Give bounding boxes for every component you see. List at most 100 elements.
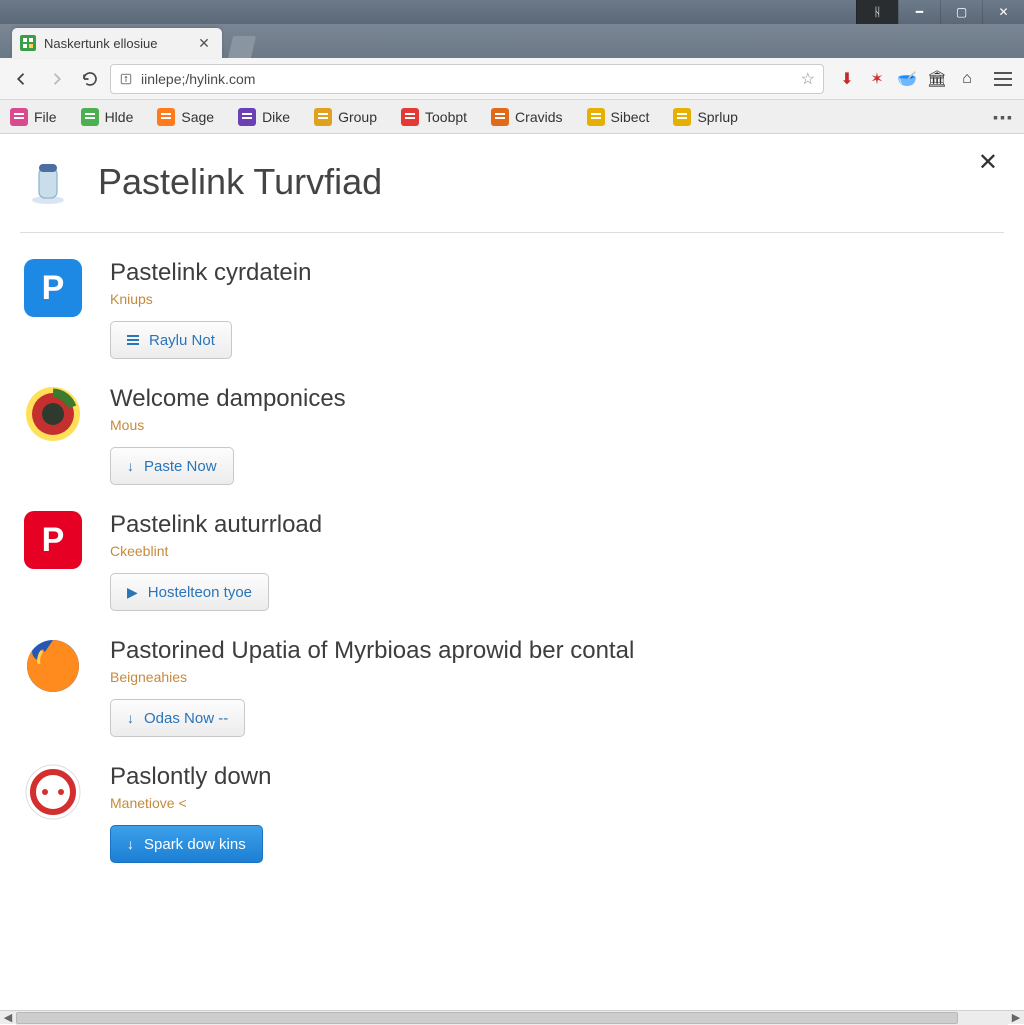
hamburger-icon (994, 72, 1012, 74)
bookmarks-overflow-button[interactable]: ▪▪▪ (993, 109, 1014, 125)
list-item: P Pastelink auturrload Ckeeblint ▶ Hoste… (20, 485, 1004, 611)
item-subtitle: Manetiove < (110, 795, 1000, 811)
list-icon (127, 335, 139, 345)
list-item: Paslontly down Manetiove < ↓ Spark dow k… (20, 737, 1004, 863)
svg-text:P: P (42, 521, 65, 559)
bookmark-label: Cravids (515, 109, 562, 125)
tab-title: Naskertunk ellosiue (44, 36, 188, 51)
back-arrow-icon (13, 70, 31, 88)
list-item: P Pastelink cyrdatein Kniups Raylu Not (20, 233, 1004, 359)
tab-close-button[interactable]: ✕ (196, 35, 212, 51)
titlebar-app-button[interactable]: ᚺ (856, 0, 898, 24)
bookmark-favicon-icon (157, 108, 175, 126)
window-maximize-button[interactable]: ▢ (940, 0, 982, 24)
item-action-button[interactable]: ↓ Paste Now (110, 447, 234, 485)
bookmark-label: Sibect (611, 109, 650, 125)
scroll-thumb[interactable] (16, 1012, 958, 1024)
download-red-icon[interactable]: ⬇ (836, 68, 858, 90)
bookmark-label: Sprlup (697, 109, 737, 125)
scroll-left-button[interactable]: ◀ (0, 1011, 16, 1024)
browser-tab[interactable]: Naskertunk ellosiue ✕ (12, 28, 222, 58)
maximize-icon: ▢ (956, 5, 967, 19)
svg-text:P: P (42, 269, 65, 307)
item-title: Welcome damponices (110, 385, 1000, 413)
bookmark-label: Sage (181, 109, 214, 125)
navigation-toolbar: iinlepe;/hylink.com ☆ ⬇ ✶ 🥣 🏛 ⌂ (0, 58, 1024, 100)
bookmark-item[interactable]: Group (314, 108, 377, 126)
item-button-label: Hostelteon tyoe (148, 584, 252, 601)
item-subtitle: Beigneahies (110, 669, 1000, 685)
reload-button[interactable] (76, 65, 104, 93)
bookmark-item[interactable]: File (10, 108, 57, 126)
page-logo-icon (24, 158, 72, 206)
castle-icon[interactable]: 🏛 (926, 68, 948, 90)
bookmark-item[interactable]: Hlde (81, 108, 134, 126)
bookmark-label: Dike (262, 109, 290, 125)
item-button-label: Spark dow kins (144, 836, 246, 853)
item-subtitle: Mous (110, 417, 1000, 433)
site-info-icon[interactable] (119, 72, 133, 86)
bookmark-item[interactable]: Sibect (587, 108, 650, 126)
download-arrow-icon: ↓ (127, 458, 134, 474)
item-action-button[interactable]: Raylu Not (110, 321, 232, 359)
item-action-button[interactable]: ↓ Spark dow kins (110, 825, 263, 863)
item-subtitle: Ckeeblint (110, 543, 1000, 559)
url-text: iinlepe;/hylink.com (141, 71, 793, 87)
bookmark-item[interactable]: Cravids (491, 108, 562, 126)
bookmark-item[interactable]: Sprlup (673, 108, 737, 126)
forward-arrow-icon (47, 70, 65, 88)
page-header: Pastelink Turvfiad (20, 152, 1004, 233)
item-title: Pastorined Upatia of Myrbioas aprowid be… (110, 637, 1000, 665)
address-bar[interactable]: iinlepe;/hylink.com ☆ (110, 64, 824, 94)
download-arrow-icon: ↓ (127, 710, 134, 726)
bookmark-star-button[interactable]: ☆ (801, 69, 815, 89)
bookmark-favicon-icon (238, 108, 256, 126)
item-button-label: Odas Now -- (144, 710, 228, 727)
forward-button[interactable] (42, 65, 70, 93)
window-titlebar: ᚺ ━ ▢ ✕ (0, 0, 1024, 24)
item-title: Pastelink auturrload (110, 511, 1000, 539)
bookmark-favicon-icon (587, 108, 605, 126)
bookmark-favicon-icon (491, 108, 509, 126)
home-icon[interactable]: ⌂ (956, 68, 978, 90)
app-glyph-icon: ᚺ (874, 5, 881, 19)
bookmark-favicon-icon (10, 108, 28, 126)
bookmark-item[interactable]: Sage (157, 108, 214, 126)
download-arrow-icon: ↓ (127, 836, 134, 852)
bookmark-favicon-icon (81, 108, 99, 126)
item-action-button[interactable]: ↓ Odas Now -- (110, 699, 245, 737)
list-item: Welcome damponices Mous ↓ Paste Now (20, 359, 1004, 485)
horizontal-scrollbar[interactable]: ◀ ▶ (0, 1010, 1024, 1024)
minimize-icon: ━ (916, 5, 923, 19)
new-tab-button[interactable] (228, 36, 256, 58)
item-app-icon (24, 385, 82, 443)
item-app-icon: P (24, 511, 82, 569)
item-subtitle: Kniups (110, 291, 1000, 307)
bookmark-label: File (34, 109, 57, 125)
window-close-button[interactable]: ✕ (982, 0, 1024, 24)
bookmark-favicon-icon (401, 108, 419, 126)
item-action-button[interactable]: ▶ Hostelteon tyoe (110, 573, 269, 611)
star-red-icon[interactable]: ✶ (866, 68, 888, 90)
list-item: Pastorined Upatia of Myrbioas aprowid be… (20, 611, 1004, 737)
bookmark-favicon-icon (314, 108, 332, 126)
page-close-button[interactable]: ✕ (978, 148, 998, 177)
bookmark-label: Group (338, 109, 377, 125)
bookmark-item[interactable]: Toobpt (401, 108, 467, 126)
bookmark-favicon-icon (673, 108, 691, 126)
tab-favicon-icon (20, 35, 36, 51)
bookmark-label: Toobpt (425, 109, 467, 125)
window-minimize-button[interactable]: ━ (898, 0, 940, 24)
close-icon: ✕ (998, 5, 1008, 19)
back-button[interactable] (8, 65, 36, 93)
bookmark-item[interactable]: Dike (238, 108, 290, 126)
page-title: Pastelink Turvfiad (98, 161, 382, 203)
play-icon: ▶ (127, 584, 138, 601)
scroll-track[interactable] (16, 1011, 1008, 1025)
bowl-icon[interactable]: 🥣 (896, 68, 918, 90)
page-viewport: ✕ Pastelink Turvfiad P Pastelink cyrdate… (0, 134, 1024, 1010)
item-app-icon (24, 637, 82, 695)
reload-icon (81, 70, 99, 88)
main-menu-button[interactable] (990, 72, 1016, 86)
scroll-right-button[interactable]: ▶ (1008, 1011, 1024, 1024)
